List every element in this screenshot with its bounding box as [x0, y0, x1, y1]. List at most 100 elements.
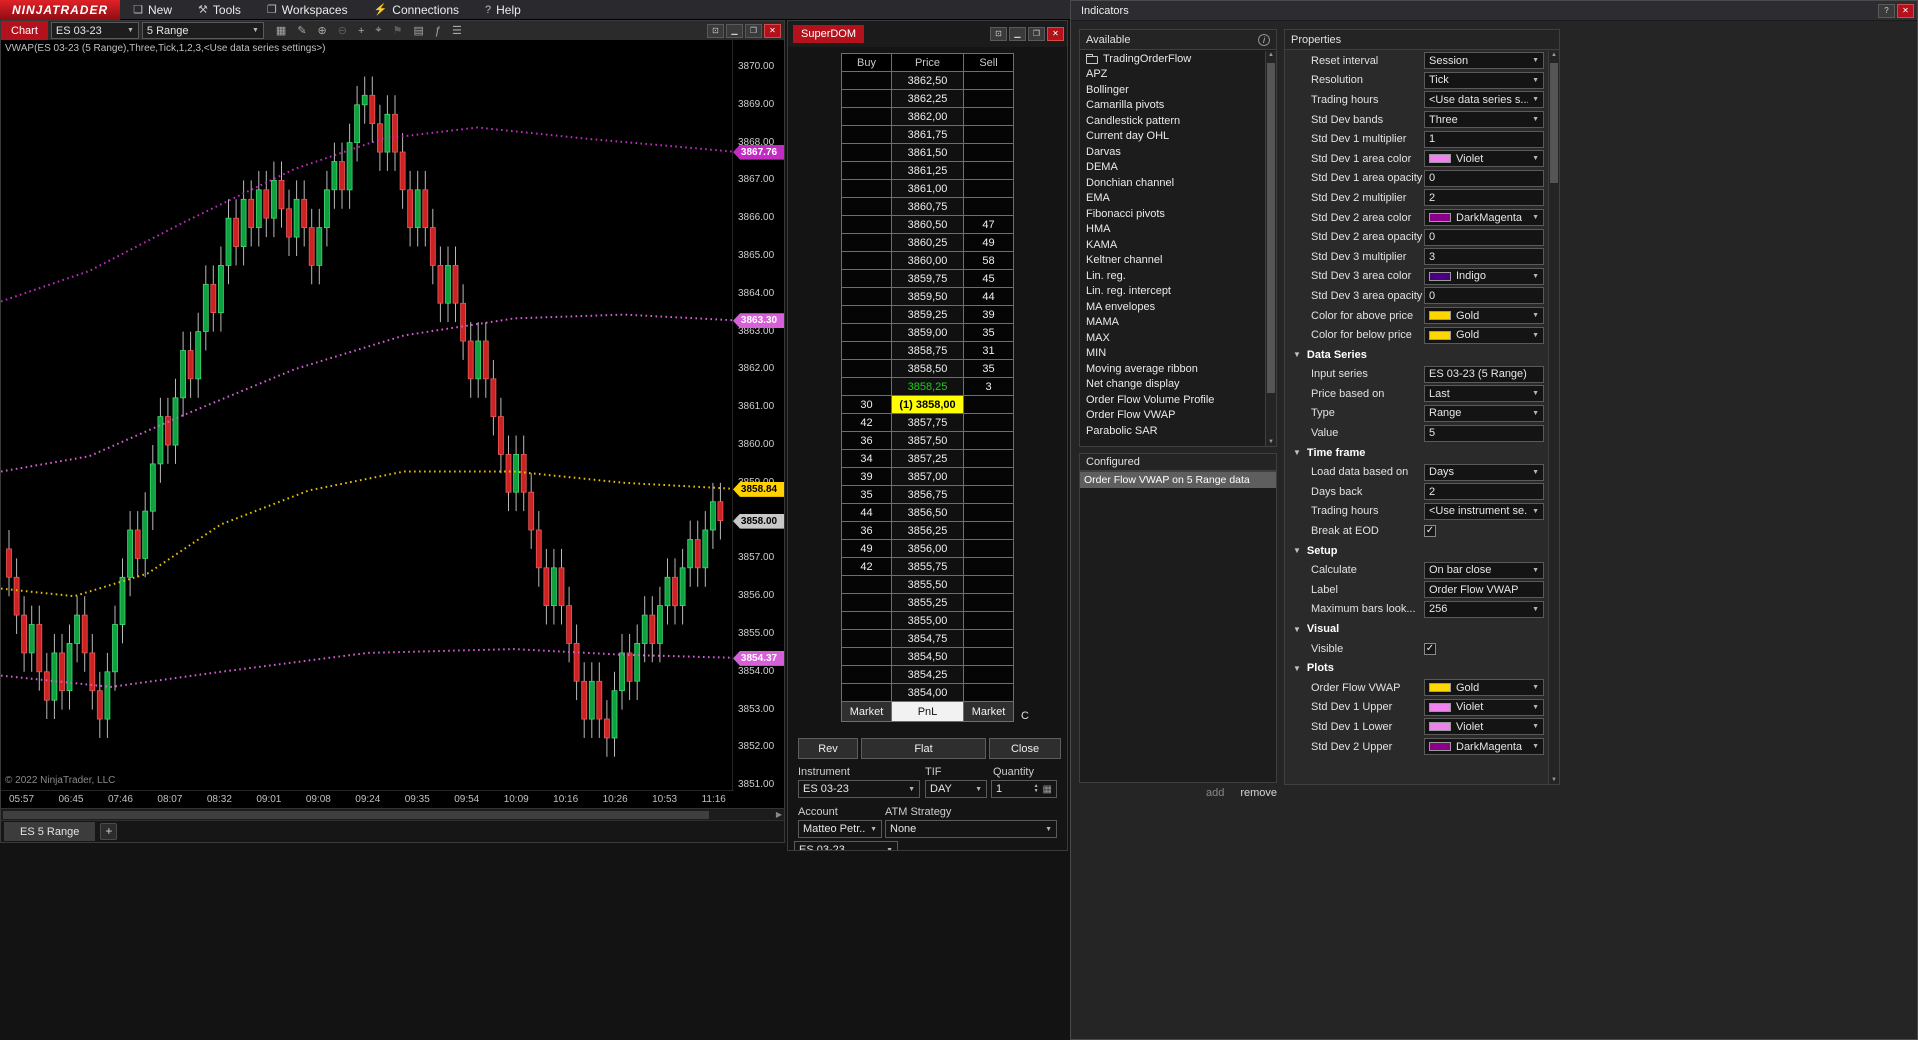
property-input[interactable]: 0	[1424, 287, 1544, 305]
dom-buy-cell[interactable]: 30	[842, 396, 892, 414]
available-item[interactable]: Keltner channel	[1080, 253, 1265, 269]
dom-buy-cell[interactable]	[842, 216, 892, 234]
dom-price-cell[interactable]: 3861,75	[892, 126, 964, 144]
available-item[interactable]: Bollinger	[1080, 82, 1265, 98]
scroll-up-icon[interactable]: ▲	[1266, 52, 1276, 58]
property-section-plots[interactable]: ▼ Plots	[1285, 658, 1549, 678]
dom-buy-cell[interactable]	[842, 252, 892, 270]
dom-price-cell[interactable]: 3862,25	[892, 90, 964, 108]
dom-price-cell[interactable]: 3856,00	[892, 540, 964, 558]
dom-buy-cell[interactable]	[842, 126, 892, 144]
dom-sell-cell[interactable]	[964, 144, 1014, 162]
dom-buy-cell[interactable]	[842, 306, 892, 324]
available-item[interactable]: Lin. reg. intercept	[1080, 284, 1265, 300]
add-icon[interactable]: +	[358, 25, 364, 37]
chart-type-icon[interactable]: ▦	[276, 24, 286, 37]
dom-sell-cell[interactable]: 39	[964, 306, 1014, 324]
available-item[interactable]: Moving average ribbon	[1080, 361, 1265, 377]
available-item[interactable]: Camarilla pivots	[1080, 98, 1265, 114]
dom-price-cell[interactable]: 3860,00	[892, 252, 964, 270]
property-section-visual[interactable]: ▼ Visual	[1285, 619, 1549, 639]
menu-item-connections[interactable]: ⚡ Connections	[361, 0, 472, 20]
scroll-right-icon[interactable]: ▶	[776, 810, 782, 819]
property-input[interactable]: 2	[1424, 483, 1544, 501]
dom-buy-cell[interactable]	[842, 612, 892, 630]
dom-price-cell[interactable]: 3859,75	[892, 270, 964, 288]
dom-buy-cell[interactable]	[842, 180, 892, 198]
dom-sell-cell[interactable]	[964, 576, 1014, 594]
dom-buy-cell[interactable]	[842, 90, 892, 108]
options-button[interactable]: ⊡	[990, 27, 1007, 41]
property-section-setup[interactable]: ▼ Setup	[1285, 541, 1549, 561]
dom-sell-cell[interactable]: 35	[964, 360, 1014, 378]
account-select[interactable]: Matteo Petr... ▼	[798, 820, 882, 838]
dom-price-cell[interactable]: 3859,50	[892, 288, 964, 306]
available-scrollbar[interactable]: ▲ ▼	[1265, 51, 1276, 446]
dom-price-cell[interactable]: (1) 3858,00	[892, 396, 964, 414]
collapse-arrow-icon[interactable]: ▼	[1293, 350, 1301, 359]
remove-link[interactable]: remove	[1240, 787, 1277, 799]
dom-sell-cell[interactable]: 3	[964, 378, 1014, 396]
dom-sell-cell[interactable]: 49	[964, 234, 1014, 252]
dom-price-cell[interactable]: 3854,00	[892, 684, 964, 702]
dom-sell-cell[interactable]: 58	[964, 252, 1014, 270]
available-item[interactable]: Net change display	[1080, 377, 1265, 393]
sell-market-button[interactable]: Market	[964, 702, 1014, 722]
minimize-button[interactable]: ▁	[1009, 27, 1026, 41]
available-item[interactable]: Lin. reg.	[1080, 268, 1265, 284]
dom-buy-cell[interactable]	[842, 72, 892, 90]
partial-instrument-select[interactable]: ES 03-23... ▼	[794, 841, 898, 850]
dom-price-cell[interactable]: 3859,00	[892, 324, 964, 342]
dom-price-cell[interactable]: 3856,25	[892, 522, 964, 540]
available-item[interactable]: MAX	[1080, 330, 1265, 346]
available-item[interactable]: MAMA	[1080, 315, 1265, 331]
dom-price-cell[interactable]: 3859,25	[892, 306, 964, 324]
dom-buy-cell[interactable]: 36	[842, 522, 892, 540]
scrollbar-thumb[interactable]	[3, 811, 709, 819]
dom-buy-cell[interactable]	[842, 648, 892, 666]
dom-buy-cell[interactable]: 35	[842, 486, 892, 504]
close-button[interactable]: ✕	[1897, 3, 1914, 18]
available-item[interactable]: HMA	[1080, 222, 1265, 238]
property-input[interactable]: 0	[1424, 169, 1544, 187]
dom-price-cell[interactable]: 3857,75	[892, 414, 964, 432]
grid-icon[interactable]: ▤	[413, 24, 423, 37]
available-item[interactable]: TradingOrderFlow	[1080, 51, 1265, 67]
dom-price-cell[interactable]: 3858,50	[892, 360, 964, 378]
dom-sell-cell[interactable]	[964, 540, 1014, 558]
menu-item-tools[interactable]: ⚒ Tools	[185, 0, 254, 20]
dom-sell-cell[interactable]	[964, 162, 1014, 180]
scroll-down-icon[interactable]: ▼	[1266, 439, 1276, 445]
zoom-in-icon[interactable]: ⊕	[318, 24, 327, 37]
dom-price-cell[interactable]: 3861,25	[892, 162, 964, 180]
dom-sell-cell[interactable]	[964, 630, 1014, 648]
restore-button[interactable]: ❐	[745, 23, 762, 38]
info-icon[interactable]: i	[1258, 33, 1270, 46]
property-select[interactable]: Days ▼	[1424, 463, 1544, 481]
property-color-select[interactable]: Indigo ▼	[1424, 267, 1544, 285]
dom-sell-cell[interactable]	[964, 504, 1014, 522]
dom-sell-cell[interactable]: 44	[964, 288, 1014, 306]
dom-instrument-select[interactable]: ES 03-23 ▼	[798, 780, 920, 798]
time-axis[interactable]: 05:57 06:45 07:46 08:07 08:32 09:01 09:08 09:24…	[1, 790, 734, 808]
dom-price-cell[interactable]: 3857,50	[892, 432, 964, 450]
dom-sell-cell[interactable]	[964, 612, 1014, 630]
property-section-time-frame[interactable]: ▼ Time frame	[1285, 443, 1549, 463]
property-color-select[interactable]: Violet ▼	[1424, 718, 1544, 736]
dom-price-cell[interactable]: 3854,50	[892, 648, 964, 666]
menu-item-help[interactable]: ? Help	[472, 0, 534, 20]
dom-buy-cell[interactable]	[842, 666, 892, 684]
dom-price-cell[interactable]: 3861,50	[892, 144, 964, 162]
scroll-up-icon[interactable]: ▲	[1549, 52, 1559, 58]
dom-sell-cell[interactable]	[964, 666, 1014, 684]
draw-pencil-icon[interactable]: ✎	[297, 24, 306, 37]
flag-icon[interactable]: ⚑	[393, 24, 403, 37]
dom-price-cell[interactable]: 3857,25	[892, 450, 964, 468]
dom-buy-cell[interactable]: 34	[842, 450, 892, 468]
property-color-select[interactable]: DarkMagenta ▼	[1424, 738, 1544, 756]
flat-button[interactable]: Flat	[861, 738, 986, 759]
spinner-arrows[interactable]: ▲ ▼	[1034, 784, 1039, 794]
dom-buy-cell[interactable]: 49	[842, 540, 892, 558]
dom-sell-cell[interactable]	[964, 180, 1014, 198]
menu-item-workspaces[interactable]: ❐ Workspaces	[254, 0, 361, 20]
